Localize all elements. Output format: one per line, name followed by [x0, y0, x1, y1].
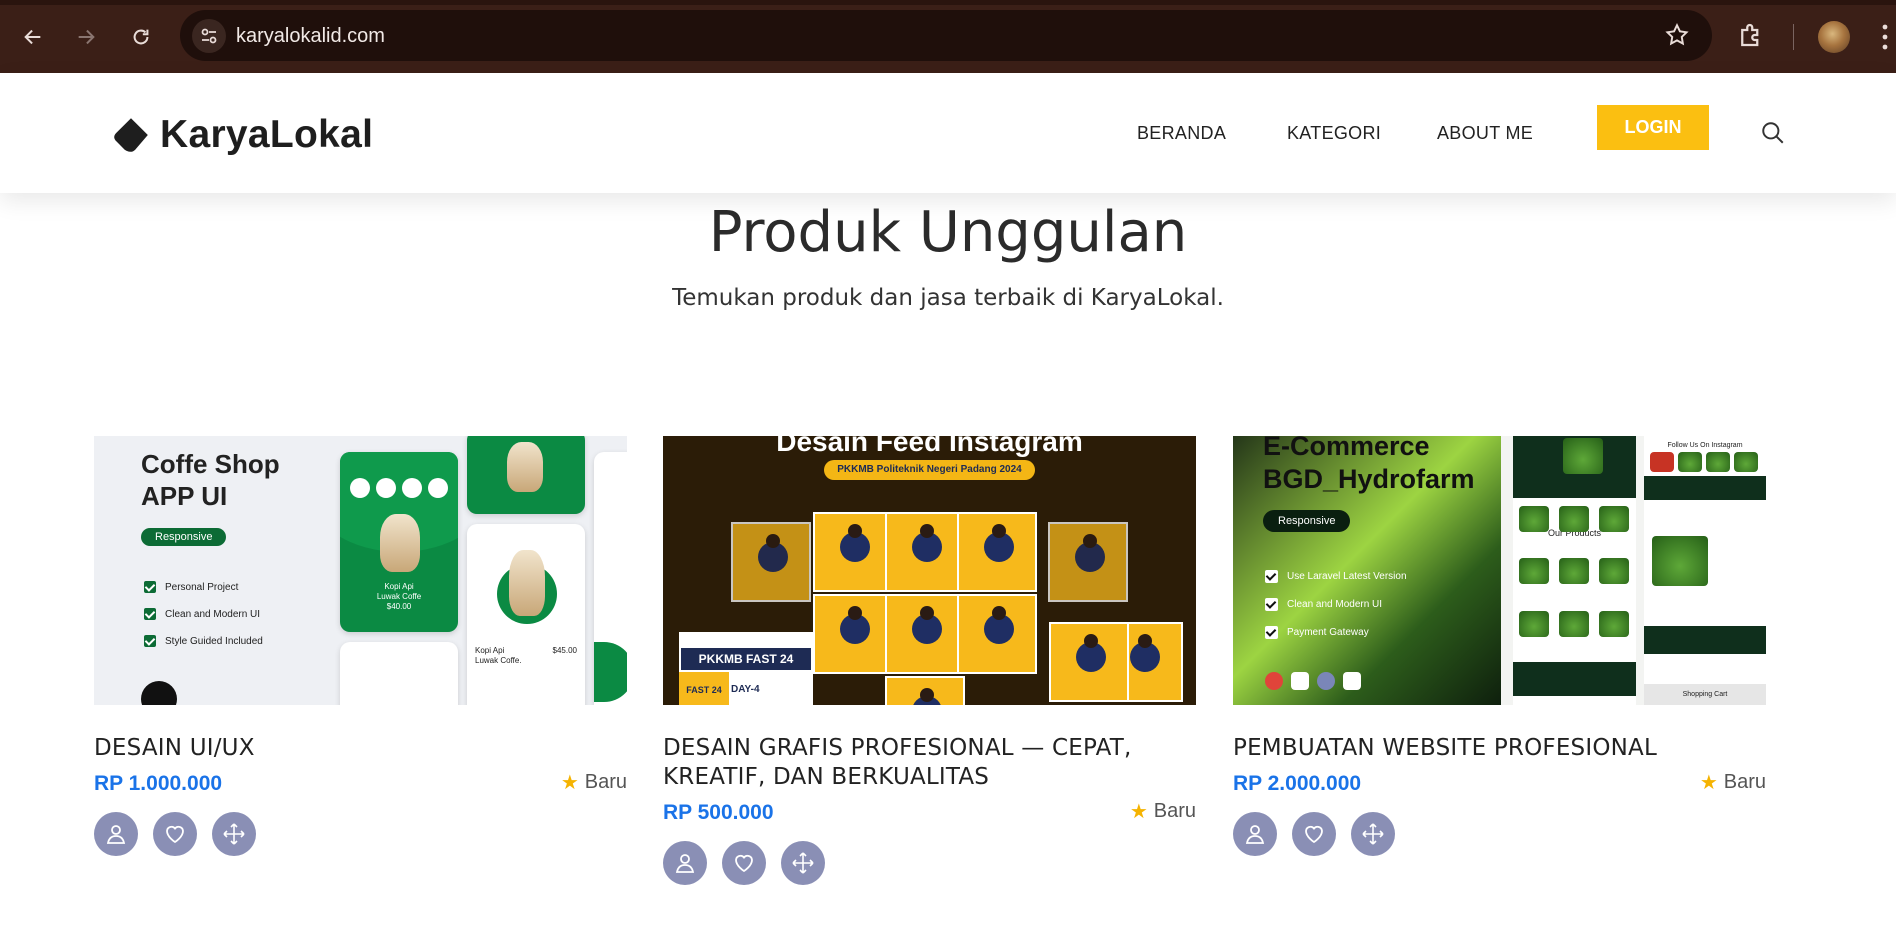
product-meta: RP 1.000.000 ★ Baru	[94, 770, 627, 800]
site-header: KaryaLokal BERANDA KATEGORI ABOUT ME LOG…	[0, 73, 1896, 193]
figma-logo	[141, 681, 177, 705]
wishlist-button[interactable]	[153, 812, 197, 856]
thumb-tag: Responsive	[141, 528, 227, 546]
product-thumbnail[interactable]: E-Commerce BGD_Hydrofarm Responsive Use L…	[1233, 436, 1766, 705]
thumb-phone-screen	[340, 642, 458, 705]
nav-about-me[interactable]: ABOUT ME	[1437, 123, 1533, 144]
product-price: RP 2.000.000	[1233, 772, 1362, 795]
product-thumbnail[interactable]: Desain Feed Instagram PKKMB Politeknik N…	[663, 436, 1196, 705]
address-bar[interactable]: karyalokalid.com	[180, 10, 1712, 61]
search-icon[interactable]	[1760, 120, 1786, 146]
thumb-feature: Style Guided Included	[144, 635, 263, 647]
status-badge: ★ Baru	[1699, 771, 1766, 794]
thumb-feature: Personal Project	[144, 581, 238, 593]
user-icon	[675, 854, 695, 873]
profile-button[interactable]	[94, 812, 138, 856]
thumb-feature: Use Laravel Latest Version	[1265, 570, 1407, 583]
profile-avatar[interactable]	[1818, 21, 1850, 53]
product-title[interactable]: DESAIN UI/UX	[94, 734, 627, 763]
product-card-website[interactable]: E-Commerce BGD_Hydrofarm Responsive Use L…	[1233, 436, 1766, 856]
user-icon	[1245, 825, 1265, 844]
page-title: Produk Unggulan	[708, 200, 1188, 265]
move-button[interactable]	[1351, 812, 1395, 856]
status-badge: ★ Baru	[560, 771, 627, 794]
thumb-title: E-Commerce BGD_Hydrofarm	[1263, 436, 1475, 494]
brand-logo[interactable]: KaryaLokal	[110, 113, 373, 157]
forward-arrow-icon	[78, 29, 95, 45]
back-button[interactable]	[16, 20, 50, 54]
heart-icon	[166, 825, 184, 844]
move-button[interactable]	[781, 841, 825, 885]
thumb-tag: PKKMB Politeknik Negeri Padang 2024	[824, 460, 1035, 480]
thumb-website-preview: Our Products	[1513, 436, 1636, 705]
thumb-website-preview: Follow Us On Instagram Shopping Cart	[1644, 436, 1766, 705]
site-info-button[interactable]	[192, 19, 226, 53]
product-title[interactable]: PEMBUATAN WEBSITE PROFESIONAL	[1233, 734, 1766, 763]
heart-icon	[1305, 825, 1323, 844]
back-arrow-icon	[24, 29, 41, 45]
product-actions	[94, 812, 627, 856]
site-settings-icon	[201, 28, 217, 44]
page-subtitle: Temukan produk dan jasa terbaik di Karya…	[672, 285, 1224, 311]
extensions-icon[interactable]	[1736, 20, 1766, 50]
wishlist-button[interactable]	[722, 841, 766, 885]
star-icon: ★	[560, 772, 579, 794]
move-button[interactable]	[212, 812, 256, 856]
product-meta: RP 500.000 ★ Baru	[663, 799, 1196, 829]
forward-button[interactable]	[69, 20, 103, 54]
star-icon: ★	[1129, 801, 1148, 823]
url-text[interactable]: karyalokalid.com	[236, 25, 385, 48]
reload-icon	[133, 29, 149, 45]
product-price: RP 500.000	[663, 801, 774, 824]
product-thumbnail[interactable]: Coffe Shop APP UI Responsive Personal Pro…	[94, 436, 627, 705]
profile-button[interactable]	[663, 841, 707, 885]
star-icon: ★	[1699, 772, 1718, 794]
nav-beranda[interactable]: BERANDA	[1137, 123, 1226, 144]
thumb-info-panel: E-Commerce BGD_Hydrofarm Responsive Use L…	[1233, 436, 1501, 705]
brand-name: KaryaLokal	[160, 113, 374, 156]
product-price: RP 1.000.000	[94, 772, 223, 795]
thumb-feature: Clean and Modern UI	[144, 608, 260, 620]
nav-kategori[interactable]: KATEGORI	[1287, 123, 1381, 144]
wishlist-button[interactable]	[1292, 812, 1336, 856]
product-actions	[663, 841, 1196, 885]
thumb-phone-screen: Kopi Api Luwak Coffe. $45.00	[467, 524, 585, 705]
thumb-phone-screen	[594, 452, 627, 705]
thumb-title: Coffe Shop APP UI	[141, 449, 280, 511]
login-button[interactable]: LOGIN	[1597, 105, 1709, 150]
move-icon	[792, 852, 814, 874]
thumb-tag: Responsive	[1263, 510, 1351, 532]
thumb-info-panel: Coffe Shop APP UI Responsive Personal Pro…	[94, 436, 342, 705]
product-card-uiux[interactable]: Coffe Shop APP UI Responsive Personal Pro…	[94, 436, 627, 856]
heart-icon	[735, 854, 753, 873]
reload-button[interactable]	[124, 20, 158, 54]
thumb-feature: Payment Gateway	[1265, 626, 1369, 639]
thumb-heading: Desain Feed Instagram	[776, 436, 1083, 457]
logo-mark-icon	[114, 118, 148, 152]
kebab-menu-icon[interactable]	[1880, 22, 1890, 52]
bookmark-star-icon[interactable]	[1664, 22, 1690, 48]
user-icon	[106, 825, 126, 844]
status-badge: ★ Baru	[1129, 800, 1196, 823]
toolbar-divider	[1793, 24, 1794, 50]
product-actions	[1233, 812, 1766, 856]
browser-toolbar: karyalokalid.com	[0, 0, 1896, 73]
thumb-phone-screen: Kopi Api Luwak Coffe $40.00	[340, 452, 458, 632]
product-meta: RP 2.000.000 ★ Baru	[1233, 770, 1766, 800]
move-icon	[1362, 823, 1384, 845]
profile-button[interactable]	[1233, 812, 1277, 856]
product-card-desain-grafis[interactable]: Desain Feed Instagram PKKMB Politeknik N…	[663, 436, 1196, 885]
product-title[interactable]: DESAIN GRAFIS PROFESIONAL — CEPAT, KREAT…	[663, 734, 1196, 792]
thumb-phone-screen	[467, 436, 585, 514]
move-icon	[223, 823, 245, 845]
thumb-feature: Clean and Modern UI	[1265, 598, 1382, 611]
